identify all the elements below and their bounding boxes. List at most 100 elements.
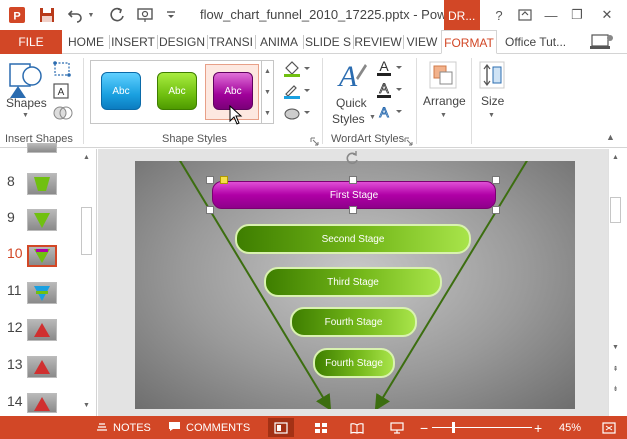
draw-text-box-icon[interactable]: A: [52, 82, 76, 100]
zoom-slider-thumb[interactable]: [452, 422, 455, 433]
notes-button[interactable]: NOTES: [96, 416, 151, 439]
tab-home[interactable]: HOME: [64, 30, 108, 54]
text-effects-icon[interactable]: A: [376, 102, 406, 122]
shape-style-blue[interactable]: Abc: [101, 72, 141, 110]
scroll-up-icon[interactable]: ▲: [80, 151, 93, 165]
stage-shape-second[interactable]: Second Stage: [235, 224, 471, 254]
quick-styles-icon[interactable]: A: [334, 58, 368, 93]
quick-styles-label-2[interactable]: Styles: [332, 112, 365, 126]
tab-review[interactable]: REVIEW: [354, 30, 402, 54]
tab-transitions[interactable]: TRANSI: [208, 30, 254, 54]
customize-toolbar-icon[interactable]: [160, 5, 182, 25]
slide-thumbnail[interactable]: [27, 282, 57, 304]
slide-thumbnail[interactable]: [27, 356, 57, 378]
normal-view-icon[interactable]: [268, 418, 294, 437]
reading-view-icon[interactable]: [344, 418, 370, 437]
shape-style-green[interactable]: Abc: [157, 72, 197, 110]
resize-handle-bottom-right[interactable]: [492, 206, 500, 214]
slide-sorter-icon[interactable]: [308, 418, 334, 437]
stage-shape-fifth[interactable]: Fourth Stage: [313, 348, 395, 378]
undo-dropdown-icon[interactable]: ▼: [86, 5, 96, 25]
quick-styles-dropdown-icon[interactable]: ▼: [369, 114, 376, 121]
tab-insert[interactable]: INSERT: [110, 30, 156, 54]
tab-view[interactable]: VIEW: [404, 30, 440, 54]
arrange-button[interactable]: Arrange: [423, 94, 466, 108]
zoom-in-button[interactable]: +: [534, 416, 542, 439]
shapes-dropdown-icon[interactable]: ▼: [22, 112, 29, 119]
tab-animations[interactable]: ANIMA: [256, 30, 302, 54]
resize-handle-top-right[interactable]: [492, 176, 500, 184]
edit-shape-icon[interactable]: [52, 60, 76, 78]
stage-shape-first[interactable]: First Stage: [212, 181, 496, 209]
tab-design[interactable]: DESIGN: [158, 30, 206, 54]
text-outline-icon[interactable]: A: [376, 80, 406, 100]
svg-text:A: A: [379, 104, 389, 120]
scroll-up-icon[interactable]: ▲: [609, 151, 622, 165]
account-name[interactable]: Office Tut...: [505, 30, 585, 54]
collapse-ribbon-icon[interactable]: ▲: [606, 132, 615, 142]
save-icon[interactable]: [36, 5, 58, 25]
slide-show-icon[interactable]: [384, 418, 410, 437]
shapes-gallery-icon[interactable]: [6, 60, 46, 100]
redo-icon[interactable]: [106, 5, 128, 25]
size-button[interactable]: Size: [481, 94, 504, 108]
scroll-down-icon[interactable]: ▼: [609, 341, 622, 355]
ribbon-display-options-icon[interactable]: [514, 5, 536, 25]
tab-format[interactable]: FORMAT: [441, 30, 497, 54]
previous-slide-icon[interactable]: ⇞: [609, 363, 622, 377]
scroll-down-icon[interactable]: ▼: [80, 399, 93, 413]
comments-button[interactable]: COMMENTS: [168, 416, 250, 439]
slide-thumbnail[interactable]: [27, 143, 57, 153]
restore-button[interactable]: ❐: [566, 5, 588, 25]
stage-shape-third[interactable]: Third Stage: [264, 267, 442, 297]
shape-fill-icon[interactable]: [282, 60, 312, 78]
shape-effects-icon[interactable]: [282, 104, 312, 122]
thumbnail-scrollbar[interactable]: ▲ ▼: [80, 149, 93, 416]
size-icon[interactable]: [478, 60, 506, 90]
gallery-more-icon[interactable]: ▼: [262, 103, 273, 124]
gallery-scroll-up-icon[interactable]: ▲: [262, 61, 273, 82]
help-button[interactable]: ?: [488, 5, 510, 25]
svg-text:P: P: [13, 11, 20, 23]
arrange-icon[interactable]: [428, 60, 458, 90]
fit-slide-to-window-icon[interactable]: [596, 418, 622, 437]
tab-file[interactable]: FILE: [0, 30, 62, 54]
shape-styles-launcher-icon[interactable]: [310, 135, 319, 146]
tab-slide-show[interactable]: SLIDE S: [304, 30, 352, 54]
quick-styles-label[interactable]: Quick: [336, 96, 367, 110]
zoom-out-button[interactable]: −: [420, 416, 428, 439]
shape-outline-icon[interactable]: [282, 82, 312, 100]
merge-shapes-icon[interactable]: [52, 104, 76, 122]
next-slide-icon[interactable]: ⇟: [609, 383, 622, 397]
scrollbar-thumb[interactable]: [610, 197, 621, 223]
scrollbar-thumb[interactable]: [81, 207, 92, 255]
arrange-dropdown-icon[interactable]: ▼: [440, 112, 447, 119]
rotate-handle-icon[interactable]: [344, 150, 360, 166]
wordart-styles-launcher-icon[interactable]: [404, 135, 413, 146]
zoom-slider[interactable]: [432, 427, 532, 428]
slide-thumbnail[interactable]: [27, 393, 57, 413]
shapes-button[interactable]: Shapes: [6, 96, 47, 110]
resize-handle-top[interactable]: [349, 176, 357, 184]
adjustment-handle[interactable]: [220, 176, 228, 184]
stage-shape-fourth[interactable]: Fourth Stage: [290, 307, 417, 337]
text-fill-icon[interactable]: A: [376, 58, 406, 78]
undo-icon[interactable]: [64, 5, 86, 25]
start-from-beginning-icon[interactable]: [134, 5, 156, 25]
resize-handle-bottom[interactable]: [349, 206, 357, 214]
slide-scrollbar[interactable]: ▲ ▼ ⇞ ⇟: [608, 149, 621, 416]
account-avatar-icon[interactable]: [588, 30, 616, 54]
resize-handle-bottom-left[interactable]: [206, 206, 214, 214]
slide-thumbnail[interactable]: [27, 173, 57, 195]
zoom-level[interactable]: 45%: [559, 416, 581, 439]
shape-style-label: Abc: [224, 85, 242, 97]
minimize-button[interactable]: —: [540, 5, 562, 25]
resize-handle-top-left[interactable]: [206, 176, 214, 184]
slide-thumbnail[interactable]: [27, 319, 57, 341]
gallery-scroll-down-icon[interactable]: ▼: [262, 82, 273, 103]
powerpoint-logo-icon[interactable]: P: [6, 5, 28, 25]
size-dropdown-icon[interactable]: ▼: [488, 112, 495, 119]
slide-thumbnail-selected[interactable]: [27, 245, 57, 267]
close-button[interactable]: ✕: [596, 5, 618, 25]
slide-thumbnail[interactable]: [27, 209, 57, 231]
